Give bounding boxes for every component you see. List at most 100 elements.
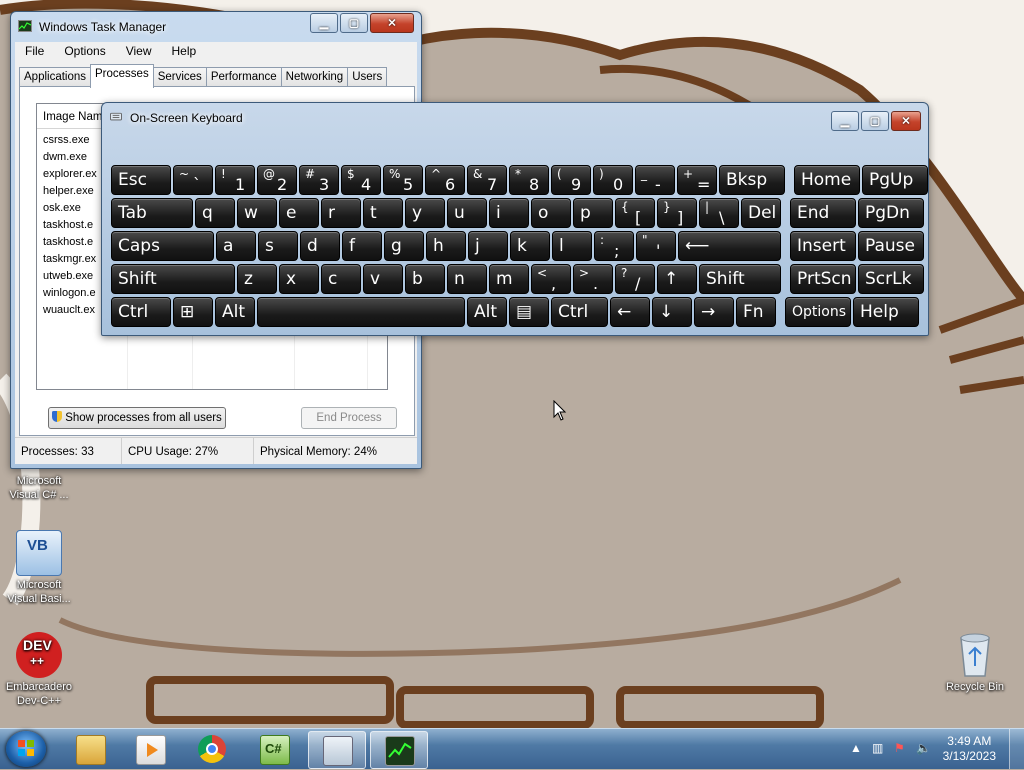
maximize-button[interactable]: ▢: [861, 111, 889, 131]
key-alt[interactable]: Alt: [215, 297, 255, 327]
key-r2c12[interactable]: ⟵: [678, 231, 781, 261]
volume-icon[interactable]: 🔈: [916, 741, 931, 755]
start-button[interactable]: [6, 731, 46, 767]
key-caps[interactable]: Caps: [111, 231, 214, 261]
key-y[interactable]: y: [405, 198, 445, 228]
key-shift[interactable]: Shift: [111, 264, 235, 294]
tab-users[interactable]: Users: [347, 67, 388, 87]
key-r1c11[interactable]: {[: [615, 198, 655, 228]
taskbar-item-csharp-express[interactable]: C#: [246, 731, 302, 767]
key-i[interactable]: i: [489, 198, 529, 228]
key-b[interactable]: b: [405, 264, 445, 294]
key-j[interactable]: j: [468, 231, 508, 261]
close-button[interactable]: ✕: [370, 13, 414, 33]
key-8[interactable]: * 8: [509, 165, 549, 195]
key-t[interactable]: t: [363, 198, 403, 228]
key-fn[interactable]: Fn: [736, 297, 776, 327]
minimize-button[interactable]: ▁: [831, 111, 859, 131]
taskbar-item-task-manager[interactable]: [370, 731, 428, 769]
key-s[interactable]: s: [258, 231, 298, 261]
key-alt[interactable]: Alt: [467, 297, 507, 327]
key-pgdn[interactable]: PgDn: [858, 198, 924, 228]
key-options[interactable]: Options: [785, 297, 851, 327]
key-d[interactable]: d: [300, 231, 340, 261]
taskbar-item-media-player[interactable]: [122, 731, 178, 767]
key-a[interactable]: a: [216, 231, 256, 261]
key-7[interactable]: & 7: [467, 165, 507, 195]
key-m[interactable]: m: [489, 264, 529, 294]
key-c[interactable]: c: [321, 264, 361, 294]
tab-networking[interactable]: Networking: [280, 67, 349, 87]
key-l[interactable]: l: [552, 231, 592, 261]
key-2[interactable]: @2: [257, 165, 297, 195]
tab-processes[interactable]: Processes: [90, 64, 154, 88]
show-all-processes-button[interactable]: Show processes from all users: [48, 407, 226, 429]
key-esc[interactable]: Esc: [111, 165, 171, 195]
key-tab[interactable]: Tab: [111, 198, 193, 228]
show-desktop-button[interactable]: [1009, 729, 1024, 769]
close-button[interactable]: ✕: [891, 111, 921, 131]
tab-services[interactable]: Services: [152, 67, 207, 87]
key-r4c7[interactable]: ←: [610, 297, 650, 327]
show-hidden-icons-icon[interactable]: ▲: [850, 741, 864, 755]
menu-file[interactable]: File: [15, 42, 54, 62]
key-r0c13[interactable]: + =: [677, 165, 717, 195]
key-end[interactable]: End: [790, 198, 856, 228]
key-0[interactable]: ) 0: [593, 165, 633, 195]
key-r1c12[interactable]: }]: [657, 198, 697, 228]
key-q[interactable]: q: [195, 198, 235, 228]
key-5[interactable]: % 5: [383, 165, 423, 195]
key-pgup[interactable]: PgUp: [862, 165, 928, 195]
key-r1c13[interactable]: | \: [699, 198, 739, 228]
key-del[interactable]: Del: [741, 198, 781, 228]
key-p[interactable]: p: [573, 198, 613, 228]
key-shift[interactable]: Shift: [699, 264, 781, 294]
tab-performance[interactable]: Performance: [205, 67, 282, 87]
end-process-button[interactable]: End Process: [301, 407, 397, 429]
key-r3c8[interactable]: <,: [531, 264, 571, 294]
key-home[interactable]: Home: [794, 165, 860, 195]
key-4[interactable]: $4: [341, 165, 381, 195]
key-f[interactable]: f: [342, 231, 382, 261]
key-r2c11[interactable]: " ': [636, 231, 676, 261]
key-ctrl[interactable]: Ctrl: [111, 297, 171, 327]
key-insert[interactable]: Insert: [790, 231, 856, 261]
key-v[interactable]: v: [363, 264, 403, 294]
key-r3c11[interactable]: ↑: [657, 264, 697, 294]
desktop-icon-visual-csharp[interactable]: Microsoft Visual C# ...: [0, 474, 78, 502]
key-x[interactable]: x: [279, 264, 319, 294]
key-1[interactable]: ! 1: [215, 165, 255, 195]
key-r4c9[interactable]: →: [694, 297, 734, 327]
key-k[interactable]: k: [510, 231, 550, 261]
maximize-button[interactable]: ▢: [340, 13, 368, 33]
desktop-icon-visual-basic[interactable]: VB Microsoft Visual Basi...: [0, 530, 78, 606]
taskbar-item-on-screen-keyboard[interactable]: [308, 731, 366, 769]
key-r4c5[interactable]: ▤: [509, 297, 549, 327]
action-center-icon[interactable]: ⚑: [894, 741, 908, 755]
key-g[interactable]: g: [384, 231, 424, 261]
key-r4c1[interactable]: ⊞: [173, 297, 213, 327]
key-r[interactable]: r: [321, 198, 361, 228]
key-prtscn[interactable]: PrtScn: [790, 264, 856, 294]
key-r0c12[interactable]: _ -: [635, 165, 675, 195]
key-z[interactable]: z: [237, 264, 277, 294]
key-r0c1[interactable]: ~ `: [173, 165, 213, 195]
key-3[interactable]: #3: [299, 165, 339, 195]
key-o[interactable]: o: [531, 198, 571, 228]
key-w[interactable]: w: [237, 198, 277, 228]
menu-view[interactable]: View: [116, 42, 162, 62]
taskbar-item-chrome[interactable]: [184, 731, 240, 767]
key-e[interactable]: e: [279, 198, 319, 228]
tab-applications[interactable]: Applications: [19, 67, 92, 87]
key-help[interactable]: Help: [853, 297, 919, 327]
taskbar-item-windows-explorer[interactable]: [62, 731, 118, 767]
key-r3c9[interactable]: >.: [573, 264, 613, 294]
key-r3c10[interactable]: ? /: [615, 264, 655, 294]
task-manager-titlebar[interactable]: Windows Task Manager ▁ ▢ ✕: [11, 12, 421, 40]
key-scrlk[interactable]: ScrLk: [858, 264, 924, 294]
menu-options[interactable]: Options: [54, 42, 115, 62]
key-r2c10[interactable]: :;: [594, 231, 634, 261]
key-h[interactable]: h: [426, 231, 466, 261]
menu-help[interactable]: Help: [162, 42, 207, 62]
key-9[interactable]: (9: [551, 165, 591, 195]
